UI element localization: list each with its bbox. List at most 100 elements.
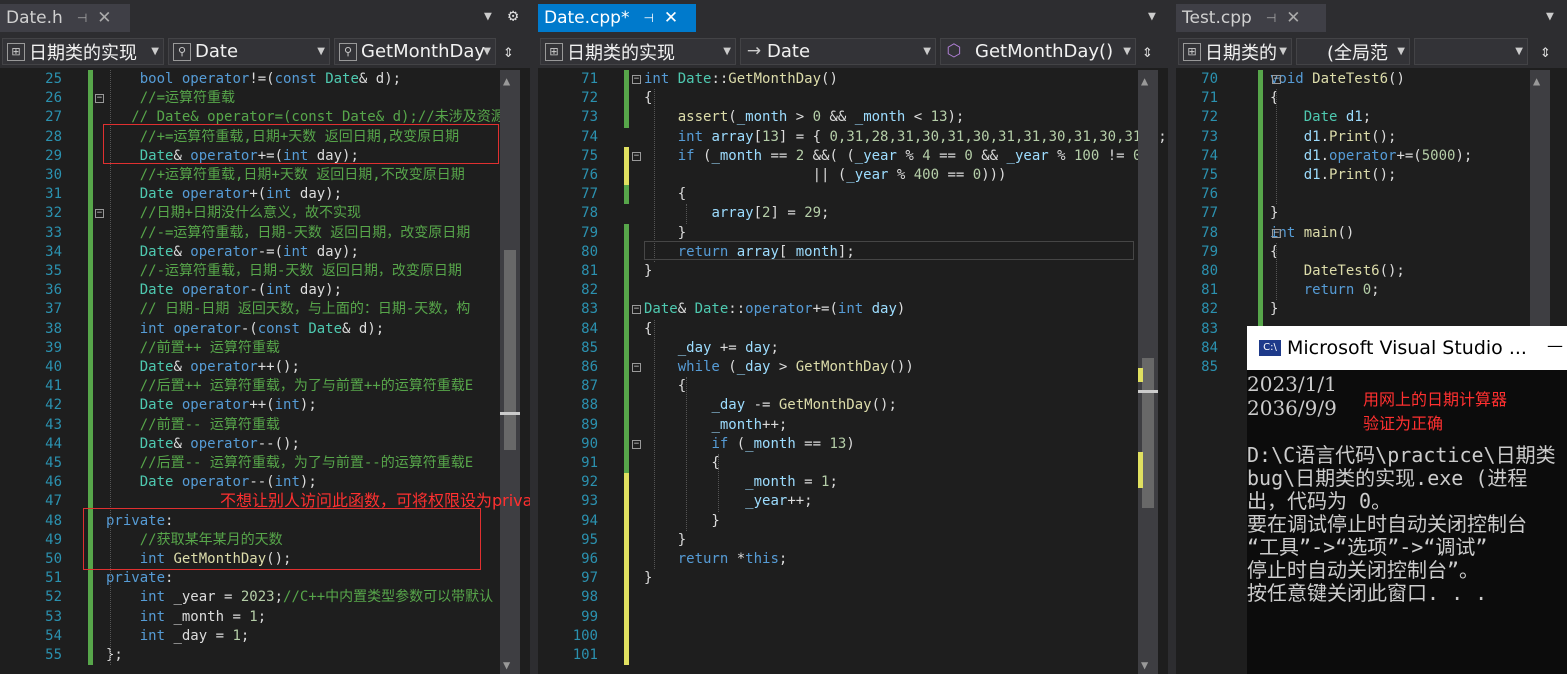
code-line[interactable]: Date& operator++(); [106,358,300,377]
code-line[interactable]: } [644,512,719,531]
code-line[interactable]: } [644,262,652,281]
split-icon[interactable]: ⇕ [1142,41,1153,62]
code-line[interactable]: //-=运算符重载，日期-天数 返回日期，改变原日期 [106,224,471,243]
scroll-thumb[interactable] [1142,358,1154,508]
collapse-icon[interactable]: − [1272,75,1281,84]
collapse-icon[interactable]: − [632,363,641,372]
tab-list-dropdown-icon[interactable]: ▼ [484,9,492,24]
code-line[interactable]: //=运算符重载 [106,89,235,108]
code-line[interactable]: void DateTest6() [1270,70,1405,89]
collapse-icon[interactable]: − [632,75,641,84]
scroll-up-icon[interactable]: ▲ [503,74,510,88]
code-line[interactable]: //后置++ 运算符重载，为了与前置++的运算符重载E [106,377,473,396]
code-line[interactable]: //前置-- 运算符重载 [106,416,280,435]
code-line[interactable]: return 0; [1270,281,1380,300]
member-dropdown[interactable]: ▼ [1414,38,1528,65]
member-dropdown[interactable]: ⬡ GetMonthDay() ▼ [940,38,1136,65]
debug-console-window[interactable]: C:\ Microsoft Visual Studio ... — 2023/1… [1247,326,1567,674]
code-line[interactable]: Date operator++(int); [106,396,317,415]
scroll-thumb[interactable] [504,250,516,450]
code-line[interactable]: } [644,531,686,550]
code-line[interactable]: { [644,320,652,339]
code-line[interactable]: bool operator!=(const Date& d); [106,70,401,89]
scroll-up-icon[interactable]: ▲ [1141,74,1148,88]
pin-icon[interactable]: ⊣ [643,11,653,25]
code-line[interactable]: int _month = 1; [106,608,266,627]
code-line[interactable]: { [1270,89,1278,108]
split-icon[interactable]: ⇕ [1540,41,1551,62]
code-line[interactable]: } [1270,300,1278,319]
code-line[interactable]: //-运算符重载，日期-天数 返回日期，改变原日期 [106,262,462,281]
code-line[interactable]: Date operator-(int day); [106,281,342,300]
tab-test-cpp[interactable]: Test.cpp ⊣ ✕ [1176,4,1326,32]
code-line[interactable]: { [1270,243,1278,262]
code-line[interactable]: || (_year % 400 == 0))) [644,166,1007,185]
close-icon[interactable]: ✕ [97,8,111,28]
code-line[interactable]: return *this; [644,550,788,569]
code-line[interactable]: } [1270,204,1278,223]
tab-date-cpp[interactable]: Date.cpp* ⊣ ✕ [538,4,696,32]
code-line[interactable]: int operator-(const Date& d); [106,320,384,339]
code-line[interactable]: d1.Print(); [1270,128,1397,147]
code-line[interactable]: Date d1; [1270,108,1371,127]
scroll-up-icon[interactable]: ▲ [1533,74,1540,88]
minimize-button[interactable]: — [1547,336,1563,355]
vertical-scrollbar[interactable]: ▲ ▼ [1138,70,1158,674]
code-line[interactable]: //前置++ 运算符重载 [106,339,280,358]
code-line[interactable]: } [644,569,652,588]
collapse-icon[interactable]: − [632,151,641,161]
code-line[interactable]: int Date::GetMonthDay() [644,70,838,89]
code-line[interactable]: _month++; [644,416,787,435]
code-line[interactable]: _day += day; [644,339,779,358]
code-line[interactable]: DateTest6(); [1270,262,1405,281]
tab-list-dropdown-icon[interactable]: ▼ [1148,9,1156,24]
code-line[interactable]: while (_day > GetMonthDay()) [644,358,914,377]
code-line[interactable]: }; [106,646,123,665]
pin-icon[interactable]: ⊣ [1266,11,1276,25]
code-line[interactable]: int main() [1270,224,1354,243]
scroll-down-icon[interactable]: ▼ [1141,658,1148,672]
vertical-scrollbar[interactable]: ▲ ▼ [500,70,520,674]
code-line[interactable]: //+运算符重载,日期+天数 返回日期,不改变原日期 [106,166,465,185]
code-line[interactable]: _month = 1; [644,473,838,492]
code-line[interactable]: Date operator+(int day); [106,185,342,204]
code-line[interactable]: d1.operator+=(5000); [1270,147,1473,166]
tab-date-h[interactable]: Date.h ⊣ ✕ [0,4,130,32]
code-line[interactable]: d1.Print(); [1270,166,1397,185]
collapse-icon[interactable]: − [95,209,104,219]
tab-list-dropdown-icon[interactable]: ▼ [1546,9,1554,24]
code-line[interactable]: { [644,185,686,204]
close-icon[interactable]: ✕ [664,8,678,28]
collapse-icon[interactable]: − [1272,228,1281,238]
code-line[interactable]: if (_month == 2 &&( (_year % 4 == 0 && _… [644,147,1150,166]
project-dropdown[interactable]: ⊞ 日期类的实现 ▼ [2,38,164,65]
class-dropdown[interactable]: ⚲ Date ▼ [168,38,330,65]
project-dropdown[interactable]: ⊞ 日期类的 ▼ [1178,38,1292,65]
code-line[interactable]: array[2] = 29; [644,204,829,223]
console-title-bar[interactable]: C:\ Microsoft Visual Studio ... — [1247,326,1567,370]
code-line[interactable]: //日期+日期没什么意义，故不实现 [106,204,361,223]
code-line[interactable]: int array[13] = { 0,31,28,31,30,31,30,31… [644,128,1167,147]
class-dropdown[interactable]: → Date ▼ [740,38,936,65]
code-line[interactable]: } [644,224,686,243]
code-line[interactable]: if (_month == 13) [644,435,854,454]
code-line[interactable]: { [644,377,686,396]
gear-icon[interactable]: ⚙ [508,6,518,26]
close-icon[interactable]: ✕ [1286,8,1300,28]
collapse-icon[interactable]: − [632,305,641,315]
code-line[interactable]: { [644,89,652,108]
code-line[interactable]: int _day = 1; [106,627,250,646]
code-line[interactable]: assert(_month > 0 && _month < 13); [644,108,965,127]
code-line[interactable]: int _year = 2023;//C++中内置类型参数可以带默认 [106,588,493,607]
code-line[interactable]: // 日期-日期 返回天数，与上面的：日期-天数，构 [106,300,471,319]
code-editor[interactable]: 71 int Date::GetMonthDay() 72{73 assert(_m… [538,70,1168,674]
code-line[interactable]: Date& Date::operator+=(int day) [644,300,905,319]
scroll-down-icon[interactable]: ▼ [503,658,510,672]
code-line[interactable]: private: [106,569,173,588]
project-dropdown[interactable]: ⊞ 日期类的实现 ▼ [540,38,736,65]
member-dropdown[interactable]: ⚲ GetMonthDay ▼ [334,38,496,65]
code-line[interactable]: _day -= GetMonthDay(); [644,396,896,415]
split-icon[interactable]: ⇕ [503,41,514,62]
code-line[interactable]: _year++; [644,492,812,511]
code-line[interactable]: //后置-- 运算符重载，为了与前置--的运算符重载E [106,454,473,473]
